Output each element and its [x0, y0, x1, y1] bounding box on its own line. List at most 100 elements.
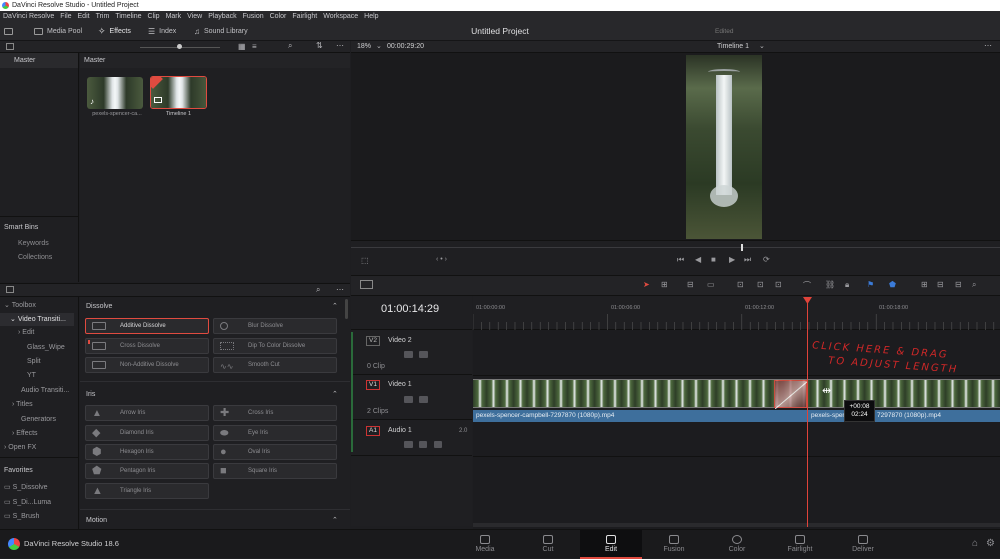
- effects-options-icon[interactable]: ⋯: [336, 285, 344, 294]
- track-enable-icon[interactable]: [419, 396, 428, 403]
- menu-item[interactable]: Clip: [148, 11, 160, 22]
- replace-clip-icon[interactable]: ⊡: [775, 280, 782, 289]
- zoom-custom-icon[interactable]: ⊟: [955, 280, 962, 289]
- pentagon-iris-item[interactable]: ⬟ Pentagon Iris: [85, 463, 209, 479]
- track-id-badge[interactable]: V2: [366, 336, 380, 346]
- blade-tool-icon[interactable]: ▭: [707, 280, 715, 289]
- solo-icon[interactable]: [419, 441, 427, 448]
- glass-wipe-item[interactable]: Glass_Wipe: [27, 344, 65, 351]
- jog-control-icon[interactable]: ‹ • ›: [436, 256, 447, 263]
- dynamic-trim-icon[interactable]: ⊟: [687, 280, 694, 289]
- timeline-dropdown-icon[interactable]: ⌄: [759, 42, 765, 50]
- cross-iris-item[interactable]: ✚ Cross Iris: [213, 405, 337, 421]
- zoom-dropdown-icon[interactable]: ⌄: [376, 42, 382, 50]
- favorite-item[interactable]: ▭ S_Di...Luma: [4, 498, 51, 506]
- play-reverse-icon[interactable]: ◀: [695, 255, 701, 264]
- go-to-start-icon[interactable]: ⏮: [677, 255, 684, 265]
- clip-b-label-end[interactable]: 7297870 (1080p).mp4: [875, 410, 1000, 422]
- clip-b-label-start[interactable]: pexels-spence: [807, 410, 847, 422]
- effects-search-icon[interactable]: ⌕: [316, 285, 320, 295]
- track-lock-icon[interactable]: [404, 351, 413, 358]
- track-name[interactable]: Video 1: [388, 381, 412, 388]
- viewer-canvas[interactable]: [351, 53, 1000, 240]
- media-pool-toggle-icon[interactable]: [4, 22, 13, 41]
- page-fairlight[interactable]: Fairlight: [769, 530, 831, 559]
- track-enable-icon[interactable]: [419, 351, 428, 358]
- menu-item[interactable]: View: [187, 11, 202, 22]
- timeline-zoom-search-icon[interactable]: ⌕: [972, 280, 976, 290]
- page-deliver[interactable]: Deliver: [832, 530, 894, 559]
- sound-library-button[interactable]: ♫ Sound Library: [194, 22, 248, 41]
- zoom-full-icon[interactable]: ⊞: [921, 280, 928, 289]
- additive-dissolve-item[interactable]: Additive Dissolve: [85, 318, 209, 334]
- menu-item[interactable]: Edit: [78, 11, 90, 22]
- timeline-timecode[interactable]: 01:00:14:29: [381, 303, 439, 315]
- viewer-timeline-name[interactable]: Timeline 1: [717, 43, 749, 50]
- media-clip-thumbnail[interactable]: ♪: [87, 77, 143, 109]
- hexagon-iris-item[interactable]: ⬢ Hexagon Iris: [85, 444, 209, 460]
- zoom-detail-icon[interactable]: ⊟: [937, 280, 944, 289]
- track-id-badge[interactable]: V1: [366, 380, 380, 390]
- track-id-badge[interactable]: A1: [366, 426, 380, 436]
- trim-tool-icon[interactable]: ⊞: [661, 280, 668, 289]
- search-icon[interactable]: ⌕: [288, 41, 292, 51]
- page-fusion[interactable]: Fusion: [643, 530, 705, 559]
- transition-block[interactable]: [774, 380, 808, 409]
- blur-dissolve-item[interactable]: Blur Dissolve: [213, 318, 337, 334]
- play-icon[interactable]: ▶: [729, 255, 735, 264]
- page-cut[interactable]: Cut: [517, 530, 579, 559]
- menu-item[interactable]: File: [60, 11, 71, 22]
- scrubber-playhead[interactable]: [741, 244, 743, 251]
- go-to-end-icon[interactable]: ⏭: [744, 255, 751, 265]
- dip-to-color-dissolve-item[interactable]: Dip To Color Dissolve: [213, 338, 337, 354]
- marker-icon[interactable]: ⬟: [889, 280, 896, 289]
- oval-iris-item[interactable]: ● Oval Iris: [213, 444, 337, 460]
- smart-bin-keywords[interactable]: Keywords: [18, 240, 49, 247]
- menu-item[interactable]: Mark: [166, 11, 182, 22]
- collapse-section-icon[interactable]: ⌃: [332, 390, 338, 398]
- mute-icon[interactable]: [434, 441, 442, 448]
- open-fx-item[interactable]: › Open FX: [4, 444, 36, 451]
- arrow-iris-item[interactable]: ▲ Arrow Iris: [85, 405, 209, 421]
- triangle-iris-item[interactable]: ▲ Triangle Iris: [85, 483, 209, 499]
- viewer-zoom[interactable]: 18%: [357, 43, 371, 50]
- collapse-section-icon[interactable]: ⌃: [332, 302, 338, 310]
- favorite-item[interactable]: ▭ S_Dissolve: [4, 483, 48, 491]
- grid-view-icon[interactable]: ▦: [238, 42, 246, 51]
- loop-icon[interactable]: ⟳: [763, 255, 770, 264]
- linked-selection-icon[interactable]: ⛓: [825, 280, 835, 289]
- more-options-icon[interactable]: ⋯: [336, 41, 344, 50]
- slider-handle[interactable]: [177, 44, 182, 49]
- edit-transitions-item[interactable]: › Edit: [18, 329, 34, 336]
- track-lock-icon[interactable]: [404, 441, 413, 448]
- effects-button[interactable]: ✧ Effects: [98, 22, 131, 41]
- audio-transitions-item[interactable]: Audio Transiti...: [21, 387, 69, 394]
- timeline-ruler[interactable]: 01:00:00:00 01:00:06:00 01:00:12:00 01:0…: [473, 296, 1000, 330]
- list-view-icon[interactable]: ≡: [252, 42, 257, 51]
- media-pool-button[interactable]: Media Pool: [34, 22, 82, 41]
- square-iris-item[interactable]: ■ Square Iris: [213, 463, 337, 479]
- bin-list-toggle-icon[interactable]: [6, 43, 14, 50]
- collapse-section-icon[interactable]: ⌃: [332, 516, 338, 524]
- position-lock-icon[interactable]: 🔒︎: [845, 280, 849, 290]
- track-name[interactable]: Video 2: [388, 337, 412, 344]
- track-name[interactable]: Audio 1: [388, 427, 412, 434]
- home-icon[interactable]: ⌂: [972, 538, 978, 549]
- smart-bin-collections[interactable]: Collections: [18, 254, 52, 261]
- overwrite-clip-icon[interactable]: ⊡: [757, 280, 764, 289]
- sort-icon[interactable]: ⇅: [316, 41, 323, 50]
- eye-iris-item[interactable]: ⬬ Eye Iris: [213, 425, 337, 441]
- settings-gear-icon[interactable]: ⚙: [986, 538, 995, 549]
- menu-item[interactable]: Color: [270, 11, 287, 22]
- insert-clip-icon[interactable]: ⊡: [737, 280, 744, 289]
- timeline-playhead[interactable]: [807, 299, 808, 527]
- menu-item[interactable]: Trim: [96, 11, 110, 22]
- snapping-icon[interactable]: ⌒: [803, 280, 811, 291]
- menu-item[interactable]: Help: [364, 11, 378, 22]
- non-additive-dissolve-item[interactable]: Non-Additive Dissolve: [85, 357, 209, 373]
- clip-a-label[interactable]: pexels-spencer-campbell-7297870 (1080p).…: [473, 410, 807, 422]
- timeline-thumbnail[interactable]: [150, 76, 207, 109]
- menu-item[interactable]: Timeline: [115, 11, 141, 22]
- video-clip-strip[interactable]: [473, 379, 1000, 408]
- stop-icon[interactable]: ■: [711, 255, 716, 264]
